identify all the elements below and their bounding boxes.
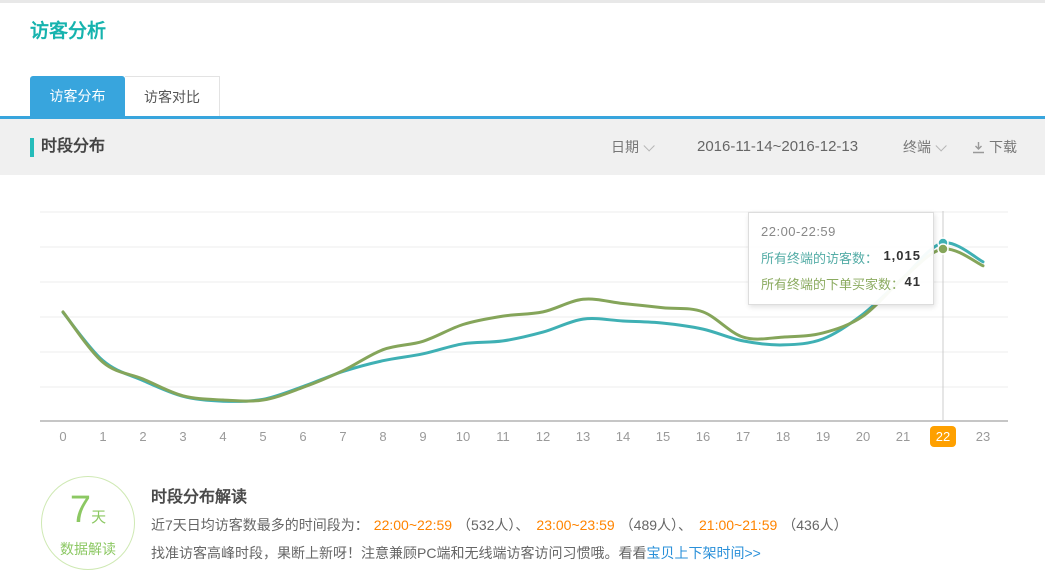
x-axis-label: 7 bbox=[328, 429, 358, 444]
tooltip-buyers-label: 所有终端的下单买家数： bbox=[761, 274, 904, 293]
x-axis-label: 23 bbox=[968, 429, 998, 444]
x-axis-label: 17 bbox=[728, 429, 758, 444]
x-axis-label: 16 bbox=[688, 429, 718, 444]
x-axis-label: 13 bbox=[568, 429, 598, 444]
peak-count-2: （489人）、 bbox=[620, 517, 692, 533]
visitor-analysis-page: 访客分析 访客分布 访客对比 时段分布 日期 2016-11-14~2016-1… bbox=[0, 0, 1045, 585]
tooltip-visitors-label: 所有终端的访客数： bbox=[761, 248, 878, 267]
x-axis-label: 4 bbox=[208, 429, 238, 444]
insight-intro: 近7天日均访客数最多的时间段为： bbox=[151, 517, 369, 533]
peak-time-2: 23:00~23:59 bbox=[536, 517, 614, 533]
insight-title: 时段分布解读 bbox=[151, 483, 1011, 507]
x-axis-label: 3 bbox=[168, 429, 198, 444]
x-axis-label: 20 bbox=[848, 429, 878, 444]
insight-peaks-line: 近7天日均访客数最多的时间段为： 22:00~22:59 （532人）、 23:00~… bbox=[151, 516, 1011, 535]
x-axis-label: 6 bbox=[288, 429, 318, 444]
peak-count-3: （436人） bbox=[782, 517, 847, 533]
x-axis-label: 14 bbox=[608, 429, 638, 444]
x-axis-label: 9 bbox=[408, 429, 438, 444]
x-axis-label: 19 bbox=[808, 429, 838, 444]
badge-unit: 天 bbox=[91, 509, 106, 526]
tooltip-row-visitors: 所有终端的访客数： 1,015 bbox=[761, 248, 921, 267]
x-axis-label: 15 bbox=[648, 429, 678, 444]
insight-advice-line: 找准访客高峰时段，果断上新呀！注意兼顾PC端和无线端访客访问习惯哦。看看宝贝上下… bbox=[151, 544, 1011, 563]
insight-panel: 时段分布解读 近7天日均访客数最多的时间段为： 22:00~22:59 （532人）… bbox=[151, 483, 1011, 563]
badge-caption: 数据解读 bbox=[42, 539, 134, 559]
tooltip-row-buyers: 所有终端的下单买家数： 41 bbox=[761, 274, 921, 293]
peak-count-1: （532人）、 bbox=[457, 517, 529, 533]
seven-day-insight-badge: 7天 数据解读 bbox=[41, 476, 135, 570]
peak-time-1: 22:00~22:59 bbox=[374, 517, 452, 533]
tooltip-time-range: 22:00-22:59 bbox=[761, 224, 921, 239]
x-axis-label: 21 bbox=[888, 429, 918, 444]
insight-advice-text: 找准访客高峰时段，果断上新呀！注意兼顾PC端和无线端访客访问习惯哦。看看 bbox=[151, 545, 646, 561]
x-axis-label: 12 bbox=[528, 429, 558, 444]
x-axis-label: 1 bbox=[88, 429, 118, 444]
x-axis-label-highlighted: 22 bbox=[930, 426, 956, 447]
x-axis-label: 18 bbox=[768, 429, 798, 444]
x-axis-label: 2 bbox=[128, 429, 158, 444]
chart-tooltip: 22:00-22:59 所有终端的访客数： 1,015 所有终端的下单买家数： … bbox=[748, 212, 934, 305]
x-axis-label: 8 bbox=[368, 429, 398, 444]
x-axis-label: 5 bbox=[248, 429, 278, 444]
peak-time-3: 21:00~21:59 bbox=[699, 517, 777, 533]
listing-schedule-link[interactable]: 宝贝上下架时间>> bbox=[646, 545, 760, 561]
tooltip-buyers-value: 41 bbox=[905, 274, 921, 293]
x-axis-label: 11 bbox=[488, 429, 518, 444]
tooltip-visitors-value: 1,015 bbox=[883, 248, 921, 267]
badge-days: 7天 bbox=[42, 491, 134, 537]
highlight-dot-buyers bbox=[938, 244, 948, 254]
x-axis-label: 10 bbox=[448, 429, 478, 444]
badge-number: 7 bbox=[70, 489, 91, 531]
x-axis-label: 0 bbox=[48, 429, 78, 444]
